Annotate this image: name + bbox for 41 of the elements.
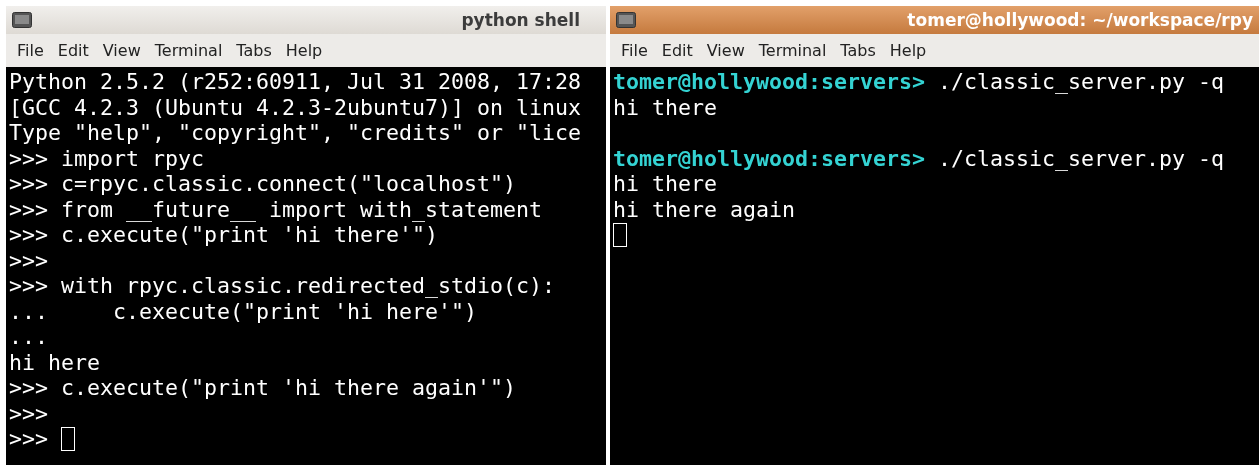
text-cursor (613, 223, 627, 247)
menu-item[interactable]: View (97, 39, 146, 62)
terminal-line: >>> c.execute("print 'hi there'") (9, 222, 439, 247)
terminal-line: >>> (9, 247, 48, 273)
terminal-line: ... (9, 324, 48, 349)
window-title: tomer@hollywood: ~/workspace/rpy (907, 10, 1253, 30)
menu-item[interactable]: Edit (656, 39, 698, 62)
terminal-line: >>> c.execute("print 'hi there again'") (9, 375, 517, 400)
menu-item[interactable]: Terminal (753, 39, 832, 62)
menu-item[interactable]: Terminal (149, 39, 228, 62)
terminal-line: Type "help", "copyright", "credits" or "lice (9, 120, 582, 145)
terminal-line: hi here (9, 349, 100, 375)
menu-item[interactable]: Help (884, 39, 932, 62)
menu-item[interactable]: Help (280, 39, 328, 62)
menu-item[interactable]: Tabs (835, 39, 881, 62)
menu-item[interactable]: File (12, 39, 49, 62)
terminal-line: [GCC 4.2.3 (Ubuntu 4.2.3-2ubuntu7)] on linux (9, 94, 582, 120)
terminal-line: >>> with rpyc.classic.redirected_stdio(c): (9, 273, 556, 298)
terminal-line: >>> from __future__ import with_statement (9, 196, 543, 222)
terminal-icon[interactable] (616, 12, 636, 28)
shell-command: ./classic_server.py -q (937, 145, 1225, 171)
shell-command: ./classic_server.py -q (937, 69, 1225, 94)
window-title: python shell (461, 10, 581, 30)
terminal-line: >>> (9, 426, 49, 451)
terminal-line: hi there (613, 94, 717, 120)
terminal-line: >>> (9, 400, 48, 426)
menu-item[interactable]: View (701, 39, 750, 62)
menu-item[interactable]: File (616, 39, 653, 62)
terminal-line: >>> import rpyc (9, 145, 204, 171)
terminal-area[interactable]: tomer@hollywood:servers> ./classic_server.py -q hi there tomer@hollywood:servers> ./classic_server.py -q hi there hi there again (610, 67, 1259, 465)
terminal-line: ... c.execute("print 'hi here'") (9, 298, 478, 324)
terminal-line: Python 2.5.2 (r252:60911, Jul 31 2008, 17:28 (9, 69, 582, 94)
menu-item[interactable]: Edit (52, 39, 94, 62)
terminal-line: hi there (613, 171, 717, 196)
terminal-icon[interactable] (12, 12, 32, 28)
shell-prompt: tomer@hollywood:servers> (613, 145, 925, 171)
terminal-line: hi there again (613, 196, 795, 222)
menu-item[interactable]: Tabs (231, 39, 277, 62)
text-cursor (61, 427, 75, 451)
terminal-line: >>> c=rpyc.classic.connect("localhost") (9, 171, 517, 196)
shell-prompt: tomer@hollywood:servers> (613, 69, 925, 94)
